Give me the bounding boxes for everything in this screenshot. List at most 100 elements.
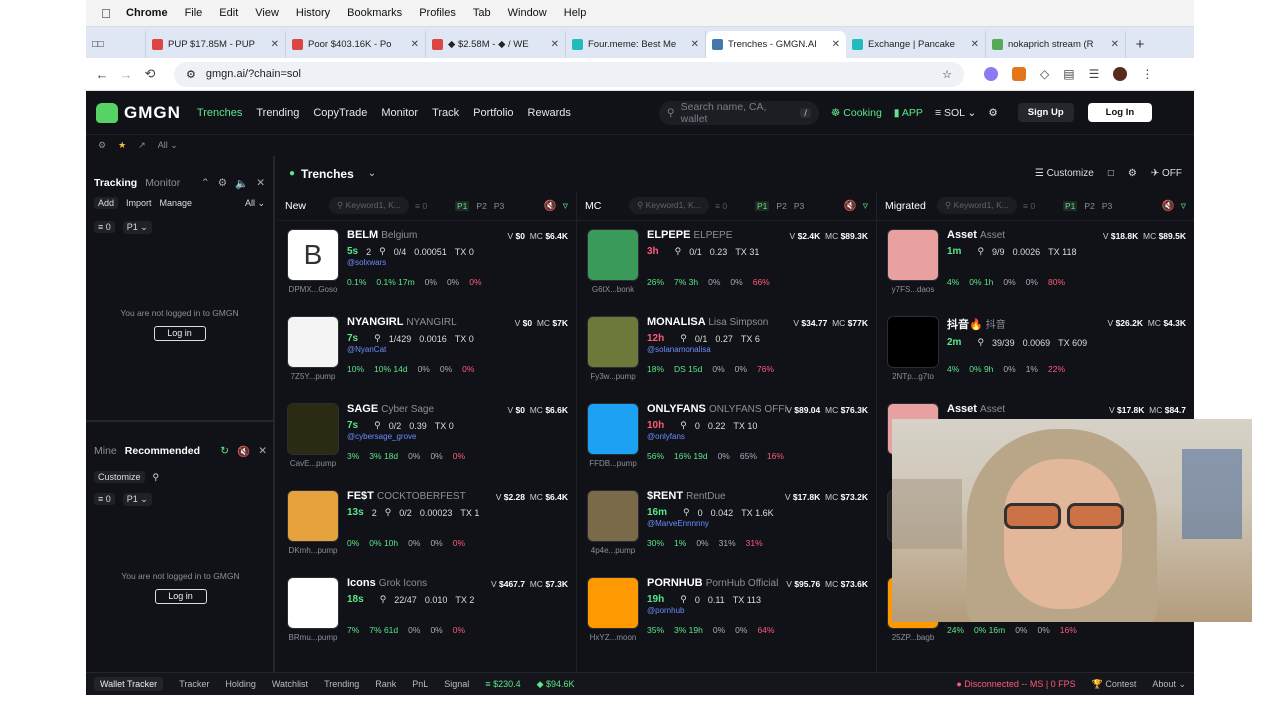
page-p1[interactable]: P1 bbox=[1063, 200, 1078, 211]
token-handle[interactable]: @solxwars bbox=[347, 258, 568, 267]
customize-button[interactable]: ☰ Customize bbox=[1035, 168, 1094, 179]
token-address[interactable]: 25ZP...bagb bbox=[879, 633, 947, 642]
token-card[interactable]: BRmu...pump Icons Grok Icons V $467.7 MC $… bbox=[277, 569, 576, 656]
token-handle[interactable]: @solanamonalisa bbox=[647, 345, 868, 354]
nav-copytrade[interactable]: CopyTrade bbox=[313, 107, 367, 119]
page-p2[interactable]: P2 bbox=[476, 201, 486, 211]
status-holding[interactable]: Holding bbox=[225, 679, 256, 689]
nav-rewards[interactable]: Rewards bbox=[528, 107, 571, 119]
customize-button[interactable]: Customize bbox=[94, 471, 145, 483]
media-icon[interactable]: ☰ bbox=[1089, 67, 1100, 81]
new-tab-icon[interactable]: + bbox=[1126, 31, 1154, 58]
mute-icon[interactable]: 🔇 bbox=[1162, 199, 1175, 212]
tab-pinned[interactable]: □□ bbox=[86, 31, 146, 58]
chart-icon[interactable]: ↗ bbox=[138, 140, 146, 151]
close-icon[interactable]: ✕ bbox=[551, 39, 559, 50]
page-p3[interactable]: P3 bbox=[494, 201, 504, 211]
token-handle[interactable]: @pornhub bbox=[647, 606, 868, 615]
filter-icon[interactable]: ▿ bbox=[563, 200, 568, 212]
mute-icon[interactable]: 🔇 bbox=[237, 445, 250, 458]
add-button[interactable]: Add bbox=[94, 197, 119, 209]
token-avatar[interactable] bbox=[887, 229, 939, 281]
puzzle-icon[interactable]: ◇ bbox=[1040, 67, 1049, 81]
close-icon[interactable]: ✕ bbox=[691, 39, 699, 50]
filter-icon[interactable]: ▿ bbox=[1181, 200, 1186, 212]
close-icon[interactable]: ✕ bbox=[256, 177, 265, 190]
site-info-icon[interactable]: ⚙ bbox=[186, 68, 196, 81]
token-avatar[interactable]: B bbox=[287, 229, 339, 281]
search-icon[interactable]: ⚲ bbox=[977, 246, 984, 257]
search-icon[interactable]: ⚲ bbox=[153, 472, 160, 483]
filter-all-select[interactable]: All ⌄ bbox=[158, 140, 178, 151]
login-button[interactable]: Log In bbox=[1087, 103, 1153, 122]
close-icon[interactable]: ✕ bbox=[971, 39, 979, 50]
nav-trenches[interactable]: Trenches bbox=[197, 107, 242, 119]
menu-chrome[interactable]: Chrome bbox=[126, 7, 168, 19]
token-address[interactable]: y7FS...daos bbox=[879, 285, 947, 294]
manage-button[interactable]: Manage bbox=[160, 198, 193, 208]
mute-icon[interactable]: 🔇 bbox=[544, 199, 557, 212]
bookmark-star-icon[interactable]: ☆ bbox=[942, 68, 952, 81]
search-icon[interactable]: ⚲ bbox=[374, 420, 381, 431]
token-avatar[interactable] bbox=[287, 490, 339, 542]
status-signal[interactable]: Signal bbox=[444, 679, 469, 689]
count-field[interactable]: ≡ 0 bbox=[94, 221, 115, 233]
page-p2[interactable]: P2 bbox=[1084, 201, 1094, 211]
forward-icon[interactable]: → bbox=[114, 67, 138, 82]
page-p3[interactable]: P3 bbox=[794, 201, 804, 211]
page-p1[interactable]: P1 bbox=[755, 200, 770, 211]
filter-icon[interactable]: ▿ bbox=[863, 200, 868, 212]
menu-window[interactable]: Window bbox=[508, 7, 547, 19]
browser-tab[interactable]: Four.meme: Best Me ✕ bbox=[566, 31, 706, 58]
refresh-icon[interactable]: ↻ bbox=[220, 445, 229, 458]
settings-icon[interactable]: ⚙ bbox=[98, 140, 106, 151]
metamask-icon[interactable] bbox=[1012, 67, 1026, 81]
close-icon[interactable]: ✕ bbox=[411, 39, 419, 50]
token-avatar[interactable] bbox=[587, 490, 639, 542]
count-filter[interactable]: ≡ 0 bbox=[715, 201, 749, 211]
nav-trending[interactable]: Trending bbox=[256, 107, 299, 119]
token-handle[interactable]: @onlyfans bbox=[647, 432, 868, 441]
apple-icon[interactable]:  bbox=[86, 6, 126, 21]
token-card[interactable]: Fy3w...pump MONALISA Lisa Simpson V $34.77… bbox=[577, 308, 876, 395]
token-card[interactable]: HxYZ...moon PORNHUB PornHub Official V $95… bbox=[577, 569, 876, 656]
about-menu[interactable]: About ⌄ bbox=[1152, 679, 1186, 690]
page-p1[interactable]: P1 bbox=[455, 200, 470, 211]
search-icon[interactable]: ⚲ bbox=[675, 246, 682, 257]
status-tracker[interactable]: Tracker bbox=[179, 679, 209, 689]
count-filter[interactable]: ≡ 0 bbox=[1023, 201, 1057, 211]
extension-icon[interactable] bbox=[984, 67, 998, 81]
status-wallet-tracker[interactable]: Wallet Tracker bbox=[94, 677, 164, 691]
nav-portfolio[interactable]: Portfolio bbox=[473, 107, 513, 119]
gear-icon[interactable]: ⚙ bbox=[1128, 168, 1137, 179]
page-p3[interactable]: P3 bbox=[1102, 201, 1112, 211]
tracking-login-button[interactable]: Log in bbox=[153, 326, 206, 341]
menu-help[interactable]: Help bbox=[564, 7, 587, 19]
tab-mine[interactable]: Mine bbox=[94, 445, 117, 457]
sidepanel-icon[interactable]: ▤ bbox=[1063, 67, 1074, 81]
token-card[interactable]: B DPMX...Goso BELM Belgium V $0 MC $6.4K 5s 2… bbox=[277, 221, 576, 308]
browser-tab[interactable]: PUP $17.85M - PUP ✕ bbox=[146, 31, 286, 58]
app-button[interactable]: ▮ APP bbox=[894, 107, 923, 119]
signup-button[interactable]: Sign Up bbox=[1017, 103, 1074, 122]
contest-link[interactable]: 🏆 Contest bbox=[1092, 679, 1137, 690]
browser-tab[interactable]: nokaprich stream (R ✕ bbox=[986, 31, 1126, 58]
token-card[interactable]: G6tX...bonk ELPEPE ELPEPE V $2.4K MC $89.3… bbox=[577, 221, 876, 308]
menu-file[interactable]: File bbox=[185, 7, 203, 19]
status-rank[interactable]: Rank bbox=[375, 679, 396, 689]
page-select[interactable]: P1 ⌄ bbox=[122, 220, 152, 234]
token-card[interactable]: DKmh...pump FE$T COCKTOBERFEST V $2.28 MC … bbox=[277, 482, 576, 569]
menu-tab[interactable]: Tab bbox=[473, 7, 491, 19]
count-field[interactable]: ≡ 0 bbox=[94, 493, 115, 505]
close-icon[interactable]: ✕ bbox=[1111, 39, 1119, 50]
gmgn-logo[interactable]: GMGN bbox=[96, 102, 181, 123]
search-icon[interactable]: ⚲ bbox=[680, 420, 687, 431]
recommended-login-button[interactable]: Log in bbox=[154, 589, 207, 604]
search-icon[interactable]: ⚲ bbox=[374, 333, 381, 344]
star-icon[interactable]: ★ bbox=[118, 140, 126, 151]
token-avatar[interactable] bbox=[587, 577, 639, 629]
sound-icon[interactable]: 🔈 bbox=[235, 177, 248, 190]
token-address[interactable]: G6tX...bonk bbox=[579, 285, 647, 294]
collapse-icon[interactable]: ⌃ bbox=[201, 177, 210, 190]
mute-icon[interactable]: 🔇 bbox=[844, 199, 857, 212]
